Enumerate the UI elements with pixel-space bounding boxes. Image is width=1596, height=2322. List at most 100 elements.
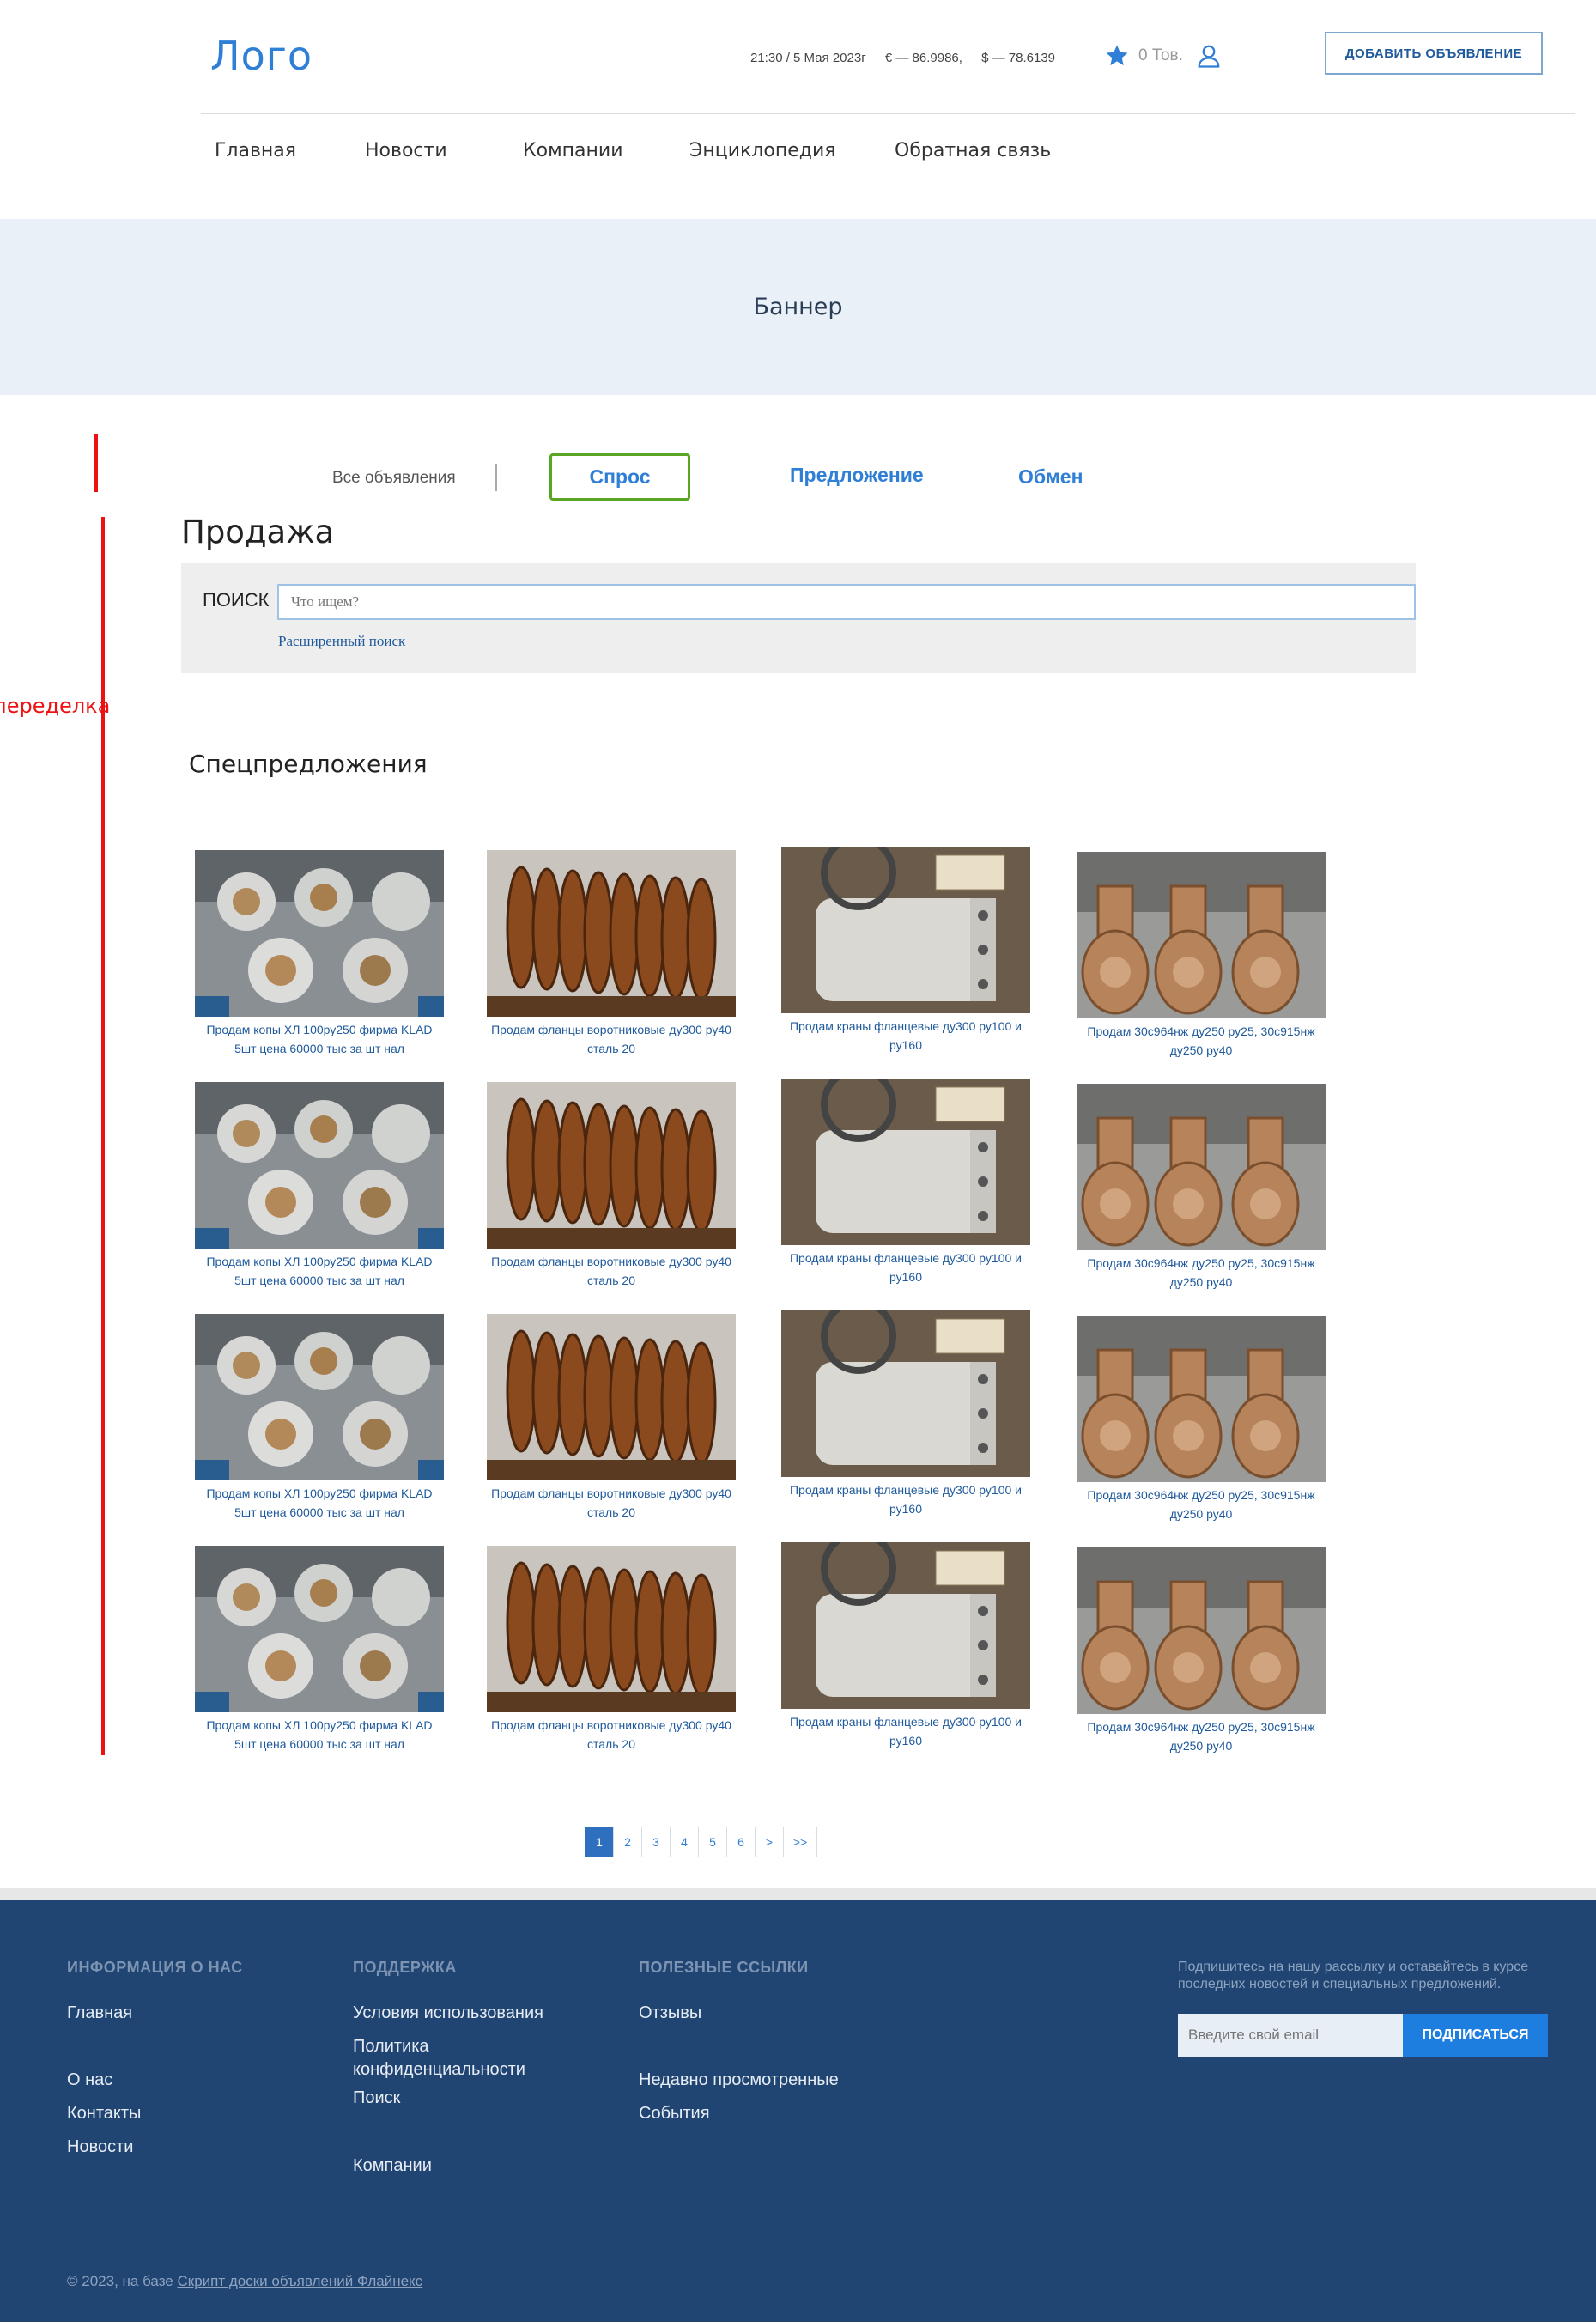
page-5[interactable]: 5 [698, 1827, 727, 1857]
gate-valves-photo[interactable] [1077, 852, 1326, 1018]
nav-item-companies[interactable]: Компании [523, 140, 623, 161]
product-title[interactable]: Продам копы ХЛ 100ру250 фирма KLAD 5шт ц… [191, 1716, 448, 1754]
pagination: 1 2 3 4 5 6 > >> [585, 1827, 817, 1857]
product-card[interactable]: Продам 30с964нж ду250 ру25, 30с915нж ду2… [1072, 852, 1330, 1060]
footer-link-terms[interactable]: Условия использования [353, 2002, 543, 2025]
usd-rate: $ — 78.6139 [981, 51, 1056, 65]
product-title[interactable]: Продам фланцы воротниковые ду300 ру40 ст… [482, 1484, 740, 1522]
tab-demand[interactable]: Спрос [549, 453, 690, 501]
footer-link-events[interactable]: События [639, 2102, 710, 2125]
footer-link-reviews[interactable]: Отзывы [639, 2002, 701, 2025]
nav-item-news[interactable]: Новости [365, 140, 447, 161]
subscribe-text: Подпишитесь на нашу рассылку и оставайте… [1178, 1960, 1529, 1991]
footer-heading: ПОДДЕРЖКА [353, 1959, 457, 1976]
product-card[interactable]: Продам фланцы воротниковые ду300 ру40 ст… [482, 1546, 740, 1754]
page-4[interactable]: 4 [670, 1827, 699, 1857]
product-card[interactable]: Продам 30с964нж ду250 ру25, 30с915нж ду2… [1072, 1547, 1330, 1755]
ball-valve-photo[interactable] [781, 1542, 1030, 1709]
page-next[interactable]: > [755, 1827, 784, 1857]
product-card[interactable]: Продам 30с964нж ду250 ру25, 30с915нж ду2… [1072, 1084, 1330, 1292]
product-card[interactable]: Продам фланцы воротниковые ду300 ру40 ст… [482, 1082, 740, 1290]
footer-link-home[interactable]: Главная [67, 2002, 132, 2025]
product-title[interactable]: Продам 30с964нж ду250 ру25, 30с915нж ду2… [1072, 1717, 1330, 1755]
footer-link-privacy[interactable]: Политика конфиденциальности [353, 2035, 550, 2082]
user-icon[interactable] [1196, 43, 1222, 69]
product-card[interactable]: Продам краны фланцевые ду300 ру100 и ру1… [777, 1310, 1035, 1518]
product-card[interactable]: Продам фланцы воротниковые ду300 ру40 ст… [482, 1314, 740, 1522]
ball-valve-photo[interactable] [781, 1079, 1030, 1245]
datetime: 21:30 / 5 Мая 2023г [750, 51, 866, 65]
nav-item-feedback[interactable]: Обратная связь [895, 140, 1051, 161]
product-title[interactable]: Продам 30с964нж ду250 ру25, 30с915нж ду2… [1072, 1022, 1330, 1060]
product-card[interactable]: Продам краны фланцевые ду300 ру100 и ру1… [777, 1079, 1035, 1286]
favorites-link[interactable]: 0 Тов. [1104, 43, 1183, 69]
product-card[interactable]: Продам копы ХЛ 100ру250 фирма KLAD 5шт ц… [191, 1082, 448, 1290]
page-last[interactable]: >> [783, 1827, 817, 1857]
product-title[interactable]: Продам 30с964нж ду250 ру25, 30с915нж ду2… [1072, 1254, 1330, 1292]
product-card[interactable]: Продам копы ХЛ 100ру250 фирма KLAD 5шт ц… [191, 1314, 448, 1522]
copyright-link[interactable]: Скрипт доски объявлений Флайнекс [177, 2273, 422, 2289]
annotation-bar [94, 434, 98, 492]
flanges-photo[interactable] [487, 850, 736, 1017]
product-card[interactable]: Продам копы ХЛ 100ру250 фирма KLAD 5шт ц… [191, 850, 448, 1058]
footer-link-contacts[interactable]: Контакты [67, 2102, 141, 2125]
flanges-photo[interactable] [487, 1546, 736, 1712]
product-title[interactable]: Продам копы ХЛ 100ру250 фирма KLAD 5шт ц… [191, 1484, 448, 1522]
page-1[interactable]: 1 [585, 1827, 614, 1857]
product-title[interactable]: Продам краны фланцевые ду300 ру100 и ру1… [777, 1712, 1035, 1750]
gate-valves-photo[interactable] [1077, 1084, 1326, 1250]
valve-photo[interactable] [195, 1314, 444, 1480]
header-divider [201, 113, 1575, 114]
banner[interactable]: Баннер [0, 219, 1596, 395]
subscribe-button[interactable]: ПОДПИСАТЬСЯ [1403, 2014, 1548, 2057]
product-title[interactable]: Продам копы ХЛ 100ру250 фирма KLAD 5шт ц… [191, 1020, 448, 1058]
product-title[interactable]: Продам фланцы воротниковые ду300 ру40 ст… [482, 1252, 740, 1290]
add-listing-button[interactable]: ДОБАВИТЬ ОБЪЯВЛЕНИЕ [1325, 32, 1543, 75]
valve-photo[interactable] [195, 1546, 444, 1712]
product-title[interactable]: Продам краны фланцевые ду300 ру100 и ру1… [777, 1480, 1035, 1518]
advanced-search-link[interactable]: Расширенный поиск [278, 633, 405, 650]
page-2[interactable]: 2 [613, 1827, 642, 1857]
page-6[interactable]: 6 [726, 1827, 756, 1857]
product-title[interactable]: Продам 30с964нж ду250 ру25, 30с915нж ду2… [1072, 1486, 1330, 1523]
product-title[interactable]: Продам копы ХЛ 100ру250 фирма KLAD 5шт ц… [191, 1252, 448, 1290]
annotation-label: переделка [0, 694, 111, 718]
search-input[interactable] [277, 584, 1416, 620]
gate-valves-photo[interactable] [1077, 1316, 1326, 1482]
nav-item-home[interactable]: Главная [215, 140, 296, 161]
footer-link-search[interactable]: Поиск [353, 2087, 400, 2110]
euro-rate: € — 86.9986, [884, 51, 962, 65]
tab-exchange[interactable]: Обмен [1018, 465, 1083, 489]
footer-col-links: ПОЛЕЗНЫЕ ССЫЛКИ [639, 1959, 809, 1977]
email-field[interactable] [1178, 2014, 1403, 2057]
product-title[interactable]: Продам фланцы воротниковые ду300 ру40 ст… [482, 1716, 740, 1754]
footer-link-recently-viewed[interactable]: Недавно просмотренные [639, 2069, 839, 2092]
ball-valve-photo[interactable] [781, 847, 1030, 1013]
footer-link-companies[interactable]: Компании [353, 2155, 432, 2178]
nav-item-encyclopedia[interactable]: Энциклопедия [689, 140, 836, 161]
valve-photo[interactable] [195, 850, 444, 1017]
tab-all-listings[interactable]: Все объявления [332, 469, 456, 488]
page-3[interactable]: 3 [641, 1827, 671, 1857]
product-title[interactable]: Продам краны фланцевые ду300 ру100 и ру1… [777, 1017, 1035, 1055]
product-card[interactable]: Продам краны фланцевые ду300 ру100 и ру1… [777, 847, 1035, 1055]
ball-valve-photo[interactable] [781, 1310, 1030, 1477]
tab-offer[interactable]: Предложение [790, 464, 924, 487]
product-card[interactable]: Продам 30с964нж ду250 ру25, 30с915нж ду2… [1072, 1316, 1330, 1523]
footer-heading: ИНФОРМАЦИЯ О НАС [67, 1959, 243, 1976]
product-card[interactable]: Продам копы ХЛ 100ру250 фирма KLAD 5шт ц… [191, 1546, 448, 1754]
valve-photo[interactable] [195, 1082, 444, 1249]
flanges-photo[interactable] [487, 1314, 736, 1480]
product-card[interactable]: Продам фланцы воротниковые ду300 ру40 ст… [482, 850, 740, 1058]
flanges-photo[interactable] [487, 1082, 736, 1249]
product-title[interactable]: Продам краны фланцевые ду300 ру100 и ру1… [777, 1249, 1035, 1286]
logo[interactable]: Лого [210, 33, 313, 79]
tab-separator [495, 464, 497, 491]
footer-link-about[interactable]: О нас [67, 2069, 112, 2092]
footer-link-news[interactable]: Новости [67, 2136, 133, 2159]
product-title[interactable]: Продам фланцы воротниковые ду300 ру40 ст… [482, 1020, 740, 1058]
footer: ИНФОРМАЦИЯ О НАС Главная О нас Контакты … [0, 1900, 1596, 2322]
gate-valves-photo[interactable] [1077, 1547, 1326, 1714]
datetime-currency: 21:30 / 5 Мая 2023г € — 86.9986, $ — 78.… [750, 51, 1071, 65]
product-card[interactable]: Продам краны фланцевые ду300 ру100 и ру1… [777, 1542, 1035, 1750]
